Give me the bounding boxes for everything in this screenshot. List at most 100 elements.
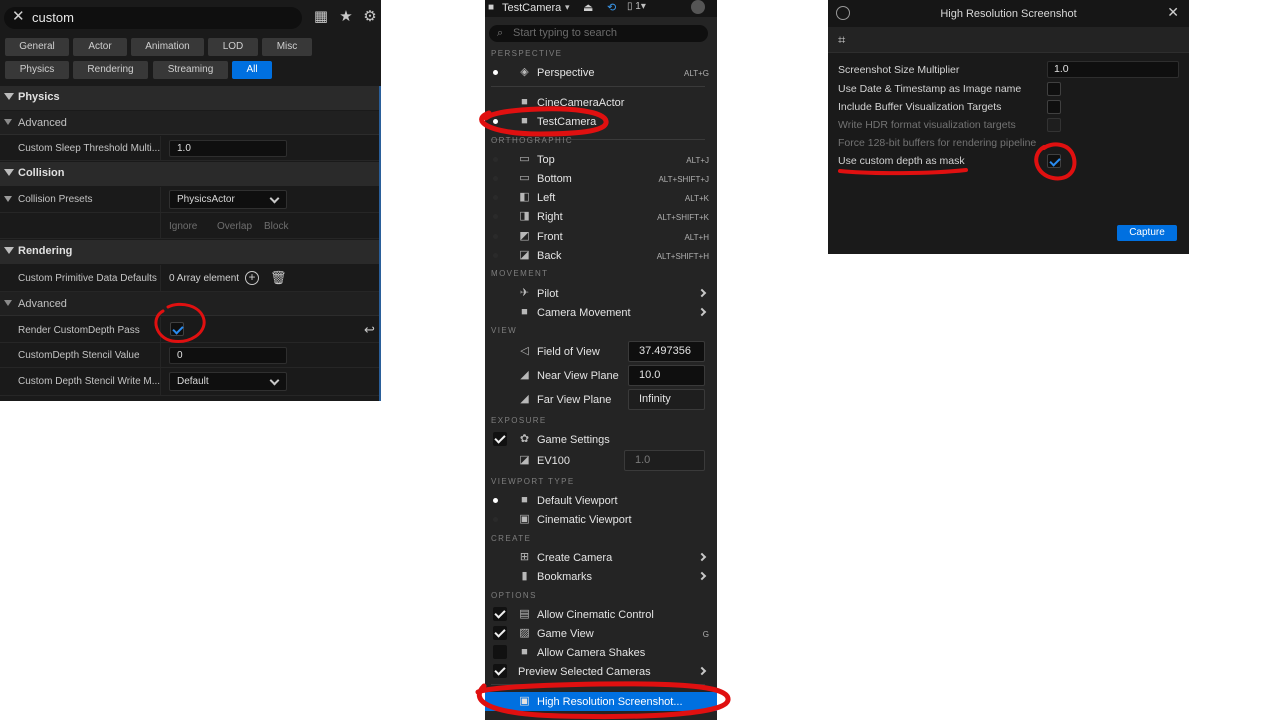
menu-label: Pilot	[537, 288, 559, 300]
chevron-right-icon	[697, 307, 707, 317]
radio-dot	[493, 195, 498, 200]
add-camera-icon: ⊞	[519, 551, 530, 563]
filter-animation[interactable]: Animation	[131, 38, 204, 56]
eject-icon[interactable]: ⏏	[583, 1, 593, 14]
custom-depth-mask-checkbox[interactable]	[1047, 154, 1061, 168]
menu-item-front[interactable]: ◩ Front ALT+H	[485, 227, 717, 246]
exposure-icon: ◪	[519, 454, 530, 466]
menu-label: Front	[537, 231, 563, 243]
transform-icon[interactable]: ⟲	[607, 1, 616, 14]
subsection-title: Advanced	[18, 117, 67, 129]
settings-gear-icon[interactable]: ⚙	[362, 9, 378, 25]
stencil-value-input[interactable]: 0	[169, 347, 287, 364]
menu-item-game-settings[interactable]: ✿ Game Settings	[485, 430, 717, 449]
filter-actor[interactable]: Actor	[73, 38, 127, 56]
far-plane-input[interactable]: Infinity	[628, 389, 705, 410]
section-rendering[interactable]: Rendering	[0, 240, 381, 264]
menu-item-preview-cameras[interactable]: Preview Selected Cameras	[485, 662, 717, 681]
menu-item-default-viewport[interactable]: ■ Default Viewport	[485, 491, 717, 510]
property-row-render-custom-depth: Render CustomDepth Pass ↩	[0, 317, 381, 343]
menu-header: VIEW	[491, 326, 518, 335]
filter-all[interactable]: All	[232, 61, 272, 79]
menu-search[interactable]: ⌕ Start typing to search	[489, 25, 708, 42]
favorite-star-icon[interactable]: ★	[338, 9, 354, 25]
property-label: Custom Depth Stencil Write M...	[18, 376, 161, 387]
date-timestamp-checkbox[interactable]	[1047, 82, 1061, 96]
game-settings-checkbox[interactable]	[493, 432, 507, 446]
section-physics[interactable]: Physics	[0, 86, 381, 110]
shortcut: ALT+SHIFT+J	[658, 175, 709, 184]
menu-item-game-view[interactable]: ▨ Game View G	[485, 624, 717, 643]
ev100-input[interactable]: 1.0	[624, 450, 705, 471]
viewport-camera-menu: ■ TestCamera ▾ ⏏ ⟲ ▯ 1▾ ⌕ Start typing t…	[485, 0, 717, 720]
add-element-icon[interactable]: +	[245, 271, 259, 285]
menu-item-left[interactable]: ◧ Left ALT+K	[485, 188, 717, 207]
search-input[interactable]: custom	[32, 10, 74, 25]
near-plane-input[interactable]: 10.0	[628, 365, 705, 386]
table-view-icon[interactable]: ▦	[313, 9, 329, 25]
dialog-titlebar: High Resolution Screenshot ✕	[828, 0, 1189, 27]
stencil-write-mask-combo[interactable]: Default	[169, 372, 287, 391]
menu-label: Allow Camera Shakes	[537, 647, 646, 659]
game-view-checkbox[interactable]	[493, 626, 507, 640]
preview-cameras-checkbox[interactable]	[493, 664, 507, 678]
physics-advanced[interactable]: Advanced	[0, 111, 381, 135]
menu-item-bookmarks[interactable]: ▮ Bookmarks	[485, 567, 717, 586]
filter-physics[interactable]: Physics	[5, 61, 69, 79]
details-search[interactable]: ✕ custom	[4, 7, 302, 29]
menu-item-right[interactable]: ◨ Right ALT+SHIFT+K	[485, 207, 717, 226]
view-layout-icon[interactable]: ▯ 1▾	[627, 1, 646, 12]
pilot-icon: ✈	[519, 287, 530, 299]
section-title: Physics	[18, 91, 60, 103]
allow-shakes-checkbox[interactable]	[493, 645, 507, 659]
hdr-targets-checkbox[interactable]	[1047, 118, 1061, 132]
chevron-right-icon	[697, 571, 707, 581]
section-collision[interactable]: Collision	[0, 162, 381, 186]
fov-input[interactable]: 37.497356	[628, 341, 705, 362]
clear-search-icon[interactable]: ✕	[12, 9, 26, 24]
filter-streaming[interactable]: Streaming	[153, 61, 228, 79]
sleep-threshold-input[interactable]: 1.0	[169, 140, 287, 157]
bottom-view-icon: ▭	[519, 172, 530, 184]
menu-item-camera-movement[interactable]: ■ Camera Movement	[485, 303, 717, 322]
menu-item-pilot[interactable]: ✈ Pilot	[485, 284, 717, 303]
menu-item-create-camera[interactable]: ⊞ Create Camera	[485, 548, 717, 567]
menu-item-perspective[interactable]: ◈ Perspective ALT+G	[485, 63, 717, 82]
rendering-advanced[interactable]: Advanced	[0, 292, 381, 316]
fov-icon: ◁	[520, 345, 529, 357]
render-custom-depth-checkbox[interactable]	[170, 322, 184, 336]
dialog-title: High Resolution Screenshot	[940, 8, 1077, 20]
menu-header: MOVEMENT	[491, 269, 549, 278]
collision-presets-combo[interactable]: PhysicsActor	[169, 190, 287, 209]
expand-arrow-icon[interactable]	[4, 196, 12, 202]
menu-item-top[interactable]: ▭ Top ALT+J	[485, 150, 717, 169]
menu-item-test-camera[interactable]: ■ TestCamera	[485, 112, 717, 131]
screenshot-icon: ▣	[519, 695, 530, 707]
menu-item-allow-shakes[interactable]: ■ Allow Camera Shakes	[485, 643, 717, 662]
buffer-targets-checkbox[interactable]	[1047, 100, 1061, 114]
collapse-arrow-icon	[4, 169, 14, 176]
menu-label: Perspective	[537, 67, 595, 79]
size-multiplier-input[interactable]: 1.0	[1047, 61, 1179, 78]
menu-item-bottom[interactable]: ▭ Bottom ALT+SHIFT+J	[485, 169, 717, 188]
filter-general[interactable]: General	[5, 38, 69, 56]
filter-lod[interactable]: LOD	[208, 38, 258, 56]
camera-tab[interactable]: TestCamera	[502, 2, 561, 14]
trash-icon[interactable]: 🗑	[270, 270, 287, 286]
allow-cinematic-checkbox[interactable]	[493, 607, 507, 621]
menu-item-cinematic-viewport[interactable]: ▣ Cinematic Viewport	[485, 510, 717, 529]
menu-item-high-res-screenshot[interactable]: ▣ High Resolution Screenshot...	[485, 692, 717, 711]
filter-rendering[interactable]: Rendering	[73, 61, 148, 79]
high-res-screenshot-dialog: High Resolution Screenshot ✕ ⌗ Screensho…	[828, 0, 1189, 254]
capture-button[interactable]: Capture	[1117, 225, 1177, 241]
lit-mode-icon[interactable]	[691, 0, 705, 14]
menu-label: Game Settings	[537, 434, 610, 446]
menu-item-cine-camera[interactable]: ■ CineCameraActor	[485, 93, 717, 112]
menu-item-back[interactable]: ◪ Back ALT+SHIFT+H	[485, 246, 717, 265]
menu-label: TestCamera	[537, 116, 597, 128]
reset-to-default-icon[interactable]: ↩	[364, 322, 375, 338]
filter-misc[interactable]: Misc	[262, 38, 312, 56]
close-icon[interactable]: ✕	[1167, 4, 1179, 21]
crop-icon[interactable]: ⌗	[838, 32, 845, 48]
menu-item-allow-cinematic[interactable]: ▤ Allow Cinematic Control	[485, 605, 717, 624]
